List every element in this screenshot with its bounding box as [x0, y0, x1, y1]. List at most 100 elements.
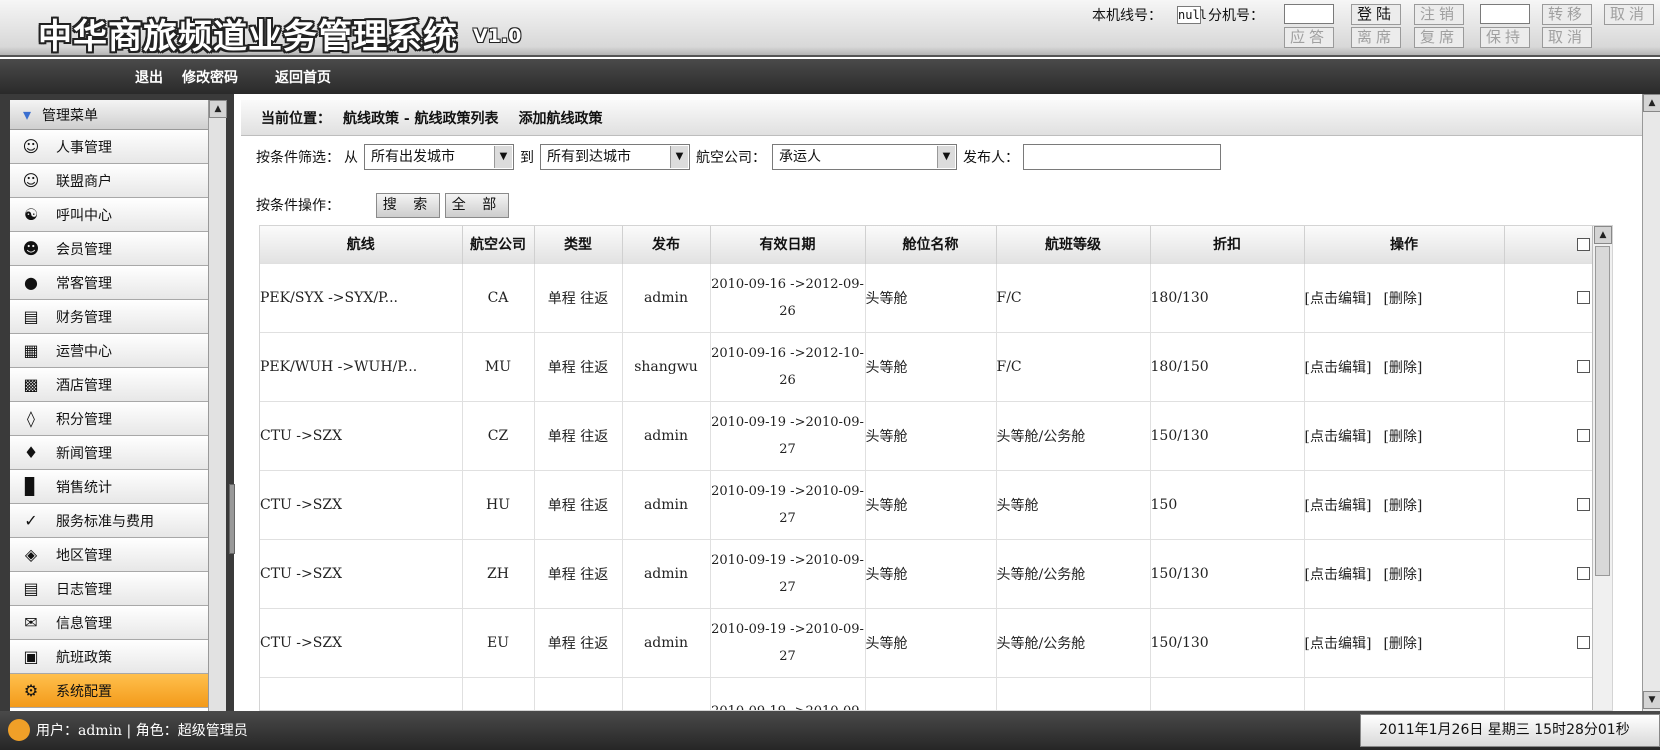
sidebar-item[interactable]: ◊ 积分管理	[10, 402, 208, 436]
show-all-button[interactable]: 全 部	[445, 192, 509, 218]
main-scrollbar[interactable]: ▲ ▼	[1642, 94, 1660, 711]
sidebar-item[interactable]: ☯ 呼叫中心	[10, 198, 208, 232]
sidebar-item[interactable]: ▣ 航班政策	[10, 640, 208, 674]
row-checkbox[interactable]	[1576, 636, 1590, 649]
change-password-link[interactable]: 修改密码	[182, 67, 238, 87]
sidebar-item[interactable]: ◈ 地区管理	[10, 538, 208, 572]
delete-link[interactable]: [删除]	[1383, 429, 1422, 445]
cancel-button-bottom[interactable]: 取消	[1542, 27, 1592, 48]
col-valid-date[interactable]: 有效日期	[710, 226, 866, 263]
transfer-button[interactable]: 转移	[1542, 4, 1592, 25]
row-checkbox[interactable]	[1576, 360, 1590, 373]
table-scrollbar[interactable]: ▲	[1592, 226, 1612, 710]
exit-link[interactable]: 退出	[135, 67, 163, 87]
col-type[interactable]: 类型	[534, 226, 623, 263]
publisher-input[interactable]	[1023, 144, 1221, 170]
row-checkbox[interactable]	[1576, 429, 1590, 442]
table-scroll-thumb[interactable]	[1595, 246, 1610, 576]
extension-input[interactable]	[1284, 4, 1334, 24]
select-all-checkbox[interactable]	[1576, 237, 1590, 251]
sidebar-item[interactable]: ▦ 运营中心	[10, 334, 208, 368]
delete-link[interactable]: [删除]	[1383, 636, 1422, 652]
sidebar-item[interactable]: ● 常客管理	[10, 266, 208, 300]
cell-grade	[996, 676, 1151, 710]
cell-route: CTU ->SZX	[260, 400, 463, 470]
table-row: CTU ->SZX ZH 单程 往返 admin 2010-09-19 ->2010-0…	[260, 538, 1595, 608]
clipboard-icon: ▦	[23, 341, 39, 360]
sidebar-item-label: 日志管理	[56, 581, 112, 598]
cell-route: PEK/SYX ->SYX/P...	[260, 262, 463, 332]
table-scroll-up-icon[interactable]: ▲	[1594, 226, 1612, 244]
row-checkbox[interactable]	[1576, 567, 1590, 580]
menu-scrollbar[interactable]: ▲	[208, 100, 227, 711]
sidebar-item[interactable]: ♦ 新闻管理	[10, 436, 208, 470]
search-button[interactable]: 搜 索	[376, 192, 440, 218]
delete-link[interactable]: [删除]	[1383, 291, 1422, 307]
col-grade[interactable]: 航班等级	[996, 226, 1151, 263]
menu-scroll-up-icon[interactable]: ▲	[209, 100, 227, 118]
main-scroll-down-icon[interactable]: ▼	[1643, 691, 1660, 709]
status-bar: 用户：admin | 角色：超级管理员 2011年1月26日 星期三 15时28…	[0, 711, 1660, 750]
sidebar-item[interactable]: ☻ 会员管理	[10, 232, 208, 266]
edit-link[interactable]: [点击编辑]	[1305, 636, 1372, 652]
checklist-icon: ✓	[24, 511, 38, 530]
col-airline[interactable]: 航空公司	[462, 226, 535, 263]
document-icon: ▤	[23, 307, 39, 326]
departure-city-select[interactable]: 所有出发城市 ▼	[364, 144, 514, 170]
sidebar-item[interactable]: ▩ 酒店管理	[10, 368, 208, 402]
date-line-1: 2010-09-19 ->2010-09-	[711, 414, 864, 430]
arrival-city-select[interactable]: 所有到达城市 ▼	[540, 144, 690, 170]
sidebar-item[interactable]: ▊ 销售统计	[10, 470, 208, 504]
edit-link[interactable]: [点击编辑]	[1305, 567, 1372, 583]
away-button[interactable]: 离席	[1351, 27, 1401, 48]
row-checkbox[interactable]	[1576, 291, 1590, 304]
sidebar-item[interactable]: ▤ 财务管理	[10, 300, 208, 334]
col-select-all[interactable]	[1504, 226, 1595, 263]
airline-select[interactable]: 承运人 ▼	[772, 144, 957, 170]
sidebar-item[interactable]: ☺ 联盟商户	[10, 164, 208, 198]
logout-button[interactable]: 注销	[1414, 4, 1464, 25]
table-body: PEK/SYX ->SYX/P... CA 单程 往返 admin 2010-09-16…	[260, 262, 1595, 710]
add-policy-link[interactable]: 添加航线政策	[519, 108, 603, 128]
breadcrumb-path[interactable]: 航线政策 - 航线政策列表	[343, 108, 499, 128]
login-button[interactable]: 登陆	[1351, 4, 1401, 25]
clock: 2011年1月26日 星期三 15时28分01秒	[1360, 714, 1660, 747]
edit-link[interactable]: [点击编辑]	[1305, 291, 1372, 307]
answer-button[interactable]: 应答	[1284, 27, 1334, 48]
col-cabin[interactable]: 舱位名称	[865, 226, 997, 263]
sidebar-item-label: 财务管理	[56, 309, 112, 326]
hold-button[interactable]: 保持	[1480, 27, 1530, 48]
date-line-2: 26	[779, 303, 796, 319]
sidebar-item-label: 常客管理	[56, 275, 112, 292]
cell-airline: EU	[462, 607, 535, 677]
edit-link[interactable]: [点击编辑]	[1305, 498, 1372, 514]
sidebar-splitter[interactable]	[229, 484, 235, 554]
sidebar-item[interactable]: ⚙ 系统配置	[10, 674, 208, 708]
sidebar-item[interactable]: ▤ 日志管理	[10, 572, 208, 606]
sidebar-item[interactable]: ✓ 服务标准与费用	[10, 504, 208, 538]
home-link[interactable]: 返回首页	[275, 67, 331, 87]
transfer-input[interactable]	[1480, 4, 1530, 24]
col-publisher[interactable]: 发布	[622, 226, 711, 263]
delete-link[interactable]: [删除]	[1383, 360, 1422, 376]
airline-label: 航空公司：	[696, 150, 766, 166]
col-route[interactable]: 航线	[260, 226, 463, 263]
edit-link[interactable]: [点击编辑]	[1305, 360, 1372, 376]
cell-actions	[1304, 676, 1505, 710]
col-discount[interactable]: 折扣	[1150, 226, 1305, 263]
arrival-city-value: 所有到达城市	[547, 149, 631, 165]
cell-valid-date: 2010-09-19 ->2010-09- 27	[710, 607, 866, 677]
delete-link[interactable]: [删除]	[1383, 498, 1422, 514]
edit-link[interactable]: [点击编辑]	[1305, 429, 1372, 445]
return-button[interactable]: 复席	[1414, 27, 1464, 48]
sidebar-item[interactable]: ✉ 信息管理	[10, 606, 208, 640]
cell-grade: F/C	[996, 262, 1151, 332]
app-version: V1.0	[473, 25, 522, 47]
line-number-field[interactable]: null	[1177, 6, 1207, 24]
main-scroll-up-icon[interactable]: ▲	[1643, 94, 1660, 112]
sidebar-item[interactable]: ☺ 人事管理	[10, 130, 208, 164]
delete-link[interactable]: [删除]	[1383, 567, 1422, 583]
cancel-button-top[interactable]: 取消	[1604, 4, 1654, 25]
row-checkbox[interactable]	[1576, 498, 1590, 511]
cell-cabin: 头等舱	[865, 538, 997, 608]
